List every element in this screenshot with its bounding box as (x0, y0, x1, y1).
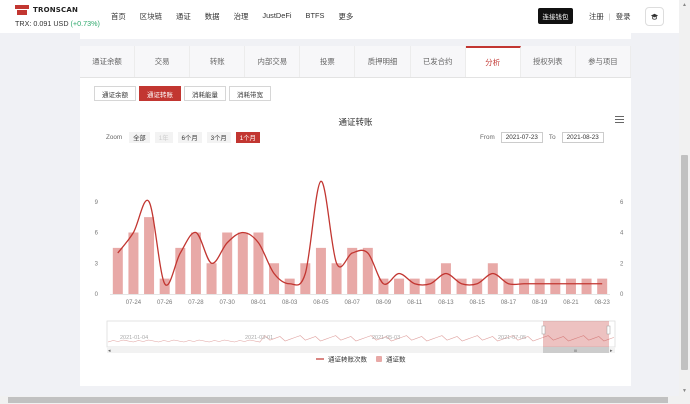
x-tick-08-19: 08-19 (532, 300, 548, 306)
account-detail-card: 通证余额 交易 转账 内部交易 投票 质押明细 已发合约 分析 授权列表 参与项… (80, 46, 631, 386)
series-line-transfer-count (117, 180, 603, 286)
x-tick-08-03: 08-03 (282, 300, 298, 306)
x-tick-08-07: 08-07 (345, 300, 361, 306)
y-right-tick-0: 0 (620, 292, 624, 298)
bar-07-27 (175, 247, 186, 294)
bar-07-31 (237, 232, 248, 294)
bar-08-20 (550, 278, 561, 294)
nav-justdefi[interactable]: JustDeFi (262, 11, 291, 22)
x-tick-08-09: 08-09 (376, 300, 392, 306)
plot-area: 0 3 6 9 0 2 4 6 07-24 07-26 07-28 07-30 08-01 08-03 08… (95, 180, 624, 306)
x-tick-07-28: 07-28 (188, 300, 204, 306)
scroll-up-arrow-icon[interactable]: ▲ (681, 2, 688, 8)
vertical-scroll-thumb[interactable] (681, 155, 688, 370)
y-left-tick-9: 9 (95, 200, 99, 206)
bar-08-22 (581, 278, 592, 294)
login-link[interactable]: 登录 (616, 12, 631, 21)
bar-08-03 (284, 278, 295, 294)
nav-blockchain[interactable]: 区块链 (140, 11, 162, 22)
bar-08-23 (597, 278, 608, 294)
legend-bar-label[interactable]: 通证数 (386, 355, 406, 364)
x-tick-08-13: 08-13 (438, 300, 454, 306)
bar-08-21 (565, 278, 576, 294)
navigator-left-handle[interactable] (541, 325, 546, 335)
trx-price-change: (+0.73%) (70, 19, 100, 28)
bar-07-29 (206, 263, 217, 294)
x-tick-07-26: 07-26 (157, 300, 173, 306)
legend-line-label[interactable]: 通证转账次数 (328, 355, 368, 364)
logo-text: TRONSCAN (33, 6, 79, 14)
chart-legend: 通证转账次数 通证数 (316, 355, 406, 364)
vertical-scrollbar[interactable]: ▲ ▼ (679, 0, 690, 404)
navigator-frame (106, 320, 616, 348)
y-right-tick-6: 6 (620, 200, 624, 206)
nav-home[interactable]: 首页 (111, 11, 126, 22)
x-tick-08-21: 08-21 (563, 300, 579, 306)
connect-wallet-button[interactable]: 连接钱包 (538, 8, 573, 24)
x-tick-07-30: 07-30 (220, 300, 236, 306)
bar-07-28 (190, 232, 201, 294)
legend-bar-swatch (376, 356, 382, 362)
auth-separator: | (608, 12, 611, 21)
nav-btfs[interactable]: BTFS (306, 11, 325, 22)
bar-08-19 (534, 278, 545, 294)
trx-price-value: TRX: 0.091 USD (15, 19, 69, 28)
bar-08-06 (331, 263, 342, 294)
top-navbar: TRONSCAN TRX: 0.091 USD (+0.73%) 首页 区块链 … (0, 0, 679, 33)
x-tick-08-17: 08-17 (501, 300, 517, 306)
x-tick-08-23: 08-23 (595, 300, 611, 306)
navigator[interactable]: 2021-01-04 2021-03-01 2021-05-03 2021-07… (106, 320, 616, 354)
y-right-tick-4: 4 (620, 231, 624, 237)
bar-08-09 (378, 278, 389, 294)
tronscan-logo[interactable]: TRONSCAN (15, 5, 78, 15)
trx-price: TRX: 0.091 USD (+0.73%) (15, 19, 100, 28)
graduation-cap-icon (650, 13, 659, 20)
main-nav: 首页 区块链 通证 数据 治理 JustDeFi BTFS 更多 (111, 11, 367, 22)
bar-08-16 (487, 263, 498, 294)
x-tick-08-11: 08-11 (407, 300, 423, 306)
navigator-selection[interactable] (543, 321, 609, 347)
bar-08-18 (519, 278, 530, 294)
bar-08-13 (440, 263, 451, 294)
bar-07-25 (144, 217, 155, 294)
nav-governance[interactable]: 治理 (234, 11, 249, 22)
bar-07-26 (159, 278, 170, 294)
previous-card-bottom (80, 33, 631, 39)
y-left-tick-3: 3 (95, 261, 99, 267)
x-tick-08-15: 08-15 (470, 300, 486, 306)
bar-07-30 (222, 232, 233, 294)
y-right-tick-2: 2 (620, 261, 624, 267)
x-tick-08-05: 08-05 (313, 300, 329, 306)
navigator-label-2: 2021-03-01 (245, 335, 273, 341)
horizontal-scrollbar[interactable] (0, 396, 679, 404)
register-link[interactable]: 注册 (589, 12, 604, 21)
bar-07-24 (128, 232, 139, 294)
bar-07-23 (112, 247, 123, 294)
horizontal-scroll-thumb[interactable] (8, 397, 668, 403)
bar-08-08 (362, 247, 373, 294)
x-tick-08-01: 08-01 (251, 300, 267, 306)
navigator-label-1: 2021-01-04 (120, 335, 148, 341)
nav-more[interactable]: 更多 (338, 11, 353, 22)
navigator-label-4: 2021-07-05 (498, 335, 526, 341)
scroll-down-arrow-icon[interactable]: ▼ (681, 388, 688, 394)
bar-08-04 (300, 263, 311, 294)
x-tick-07-24: 07-24 (126, 300, 142, 306)
token-transfer-chart: 0 3 6 9 0 2 4 6 07-24 07-26 07-28 07-30 08-01 08-03 08… (95, 180, 624, 364)
bar-08-07 (347, 247, 358, 294)
navigator-scrollbar[interactable] (107, 347, 615, 353)
navigator-scrollbar-grip: III (574, 348, 577, 353)
nav-tokens[interactable]: 通证 (176, 11, 191, 22)
nav-data[interactable]: 数据 (205, 11, 220, 22)
navigator-right-handle[interactable] (606, 325, 611, 335)
navigator-label-3: 2021-05-03 (372, 335, 400, 341)
tronscan-logo-icon (15, 5, 29, 15)
bar-08-05 (315, 247, 326, 294)
y-left-tick-6: 6 (95, 231, 99, 237)
y-left-tick-0: 0 (95, 292, 99, 298)
user-menu-button[interactable] (645, 7, 664, 26)
bar-08-10 (394, 278, 405, 294)
auth-links: 注册 | 登录 (589, 11, 631, 22)
